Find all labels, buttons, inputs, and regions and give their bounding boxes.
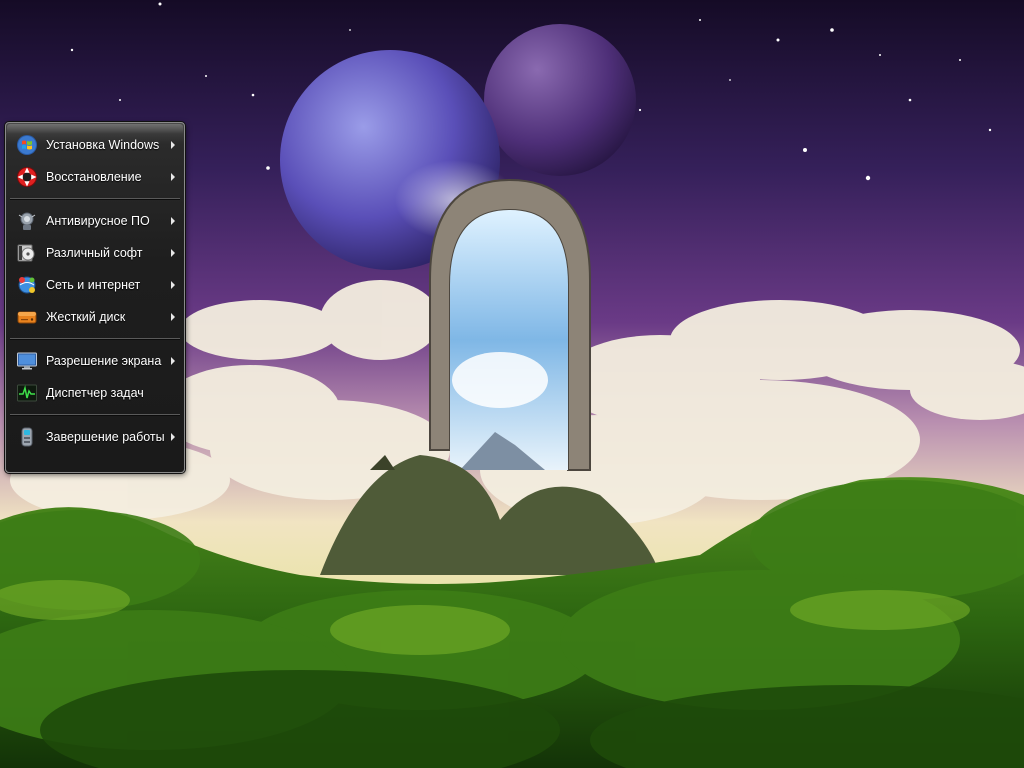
menu-item-label: Установка Windows	[46, 138, 160, 152]
submenu-arrow-icon	[171, 173, 175, 181]
shutdown-icon	[15, 425, 39, 449]
lifebuoy-icon	[15, 165, 39, 189]
menu-item-label: Антивирусное ПО	[46, 214, 150, 228]
menu-item-recovery[interactable]: Восстановление	[6, 161, 184, 193]
submenu-arrow-icon	[171, 217, 175, 225]
submenu-arrow-icon	[171, 357, 175, 365]
menu-item-label: Сеть и интернет	[46, 278, 141, 292]
menu-item-label: Разрешение экрана	[46, 354, 162, 368]
windows-logo-icon	[15, 133, 39, 157]
menu-item-software[interactable]: Различный софт	[6, 237, 184, 269]
submenu-arrow-icon	[171, 313, 175, 321]
submenu-arrow-icon	[171, 249, 175, 257]
submenu-arrow-icon	[171, 433, 175, 441]
menu-item-hard-disk[interactable]: Жесткий диск	[6, 301, 184, 333]
menu-separator	[6, 193, 184, 205]
monitor-icon	[15, 349, 39, 373]
menu-item-network[interactable]: Сеть и интернет	[6, 269, 184, 301]
network-icon	[15, 273, 39, 297]
antivirus-icon	[15, 209, 39, 233]
menu-item-label: Восстановление	[46, 170, 142, 184]
menu-item-label: Жесткий диск	[46, 310, 126, 324]
menu-item-antivirus[interactable]: Антивирусное ПО	[6, 205, 184, 237]
menu-item-label: Завершение работы	[46, 430, 165, 444]
software-icon	[15, 241, 39, 265]
menu-item-windows-install[interactable]: Установка Windows	[6, 129, 184, 161]
menu-item-shutdown[interactable]: Завершение работы	[6, 421, 184, 453]
main-menu: Установка Windows Восстановление Антивир…	[5, 122, 185, 473]
hard-disk-icon	[15, 305, 39, 329]
submenu-arrow-icon	[171, 141, 175, 149]
menu-item-label: Различный софт	[46, 246, 143, 260]
menu-item-label: Диспетчер задач	[46, 386, 144, 400]
menu-item-task-manager[interactable]: Диспетчер задач	[6, 377, 184, 409]
task-manager-icon	[15, 381, 39, 405]
menu-separator	[6, 409, 184, 421]
menu-separator	[6, 333, 184, 345]
desktop: Установка Windows Восстановление Антивир…	[0, 0, 1024, 768]
menu-item-screen-resolution[interactable]: Разрешение экрана	[6, 345, 184, 377]
submenu-arrow-icon	[171, 281, 175, 289]
